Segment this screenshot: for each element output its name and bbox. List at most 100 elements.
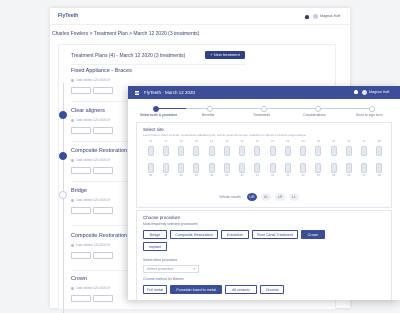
user-name[interactable]: Magnus Hoff <box>369 90 389 95</box>
tooth-44[interactable] <box>208 163 215 173</box>
step-4-dot[interactable] <box>315 105 321 112</box>
tooth-38[interactable] <box>376 163 383 173</box>
step-5-dot[interactable] <box>369 105 375 112</box>
tooth-43[interactable] <box>223 163 230 173</box>
view-ul[interactable]: UL <box>261 193 271 201</box>
other-procedure-select[interactable]: Select procedure ▾ <box>143 265 199 273</box>
method-all-ceramic[interactable]: All ceramic <box>225 285 257 294</box>
tooth-number-36: 36 <box>347 174 351 177</box>
tooth-45[interactable] <box>193 163 200 173</box>
procedure-implant[interactable]: Implant <box>143 242 167 251</box>
tooth-36[interactable] <box>345 163 352 173</box>
item-title: Fixed Appliance - Braces <box>71 68 132 74</box>
tag <box>93 167 113 174</box>
tooth-number-27: 27 <box>362 140 366 143</box>
tooth-number-13: 13 <box>225 140 229 143</box>
new-treatment-button[interactable]: + New treatment <box>205 51 245 59</box>
tooth-28[interactable] <box>376 146 383 156</box>
procedure-panel: Choose procedure Most frequently selecte… <box>136 210 392 300</box>
view-lr[interactable]: LR <box>275 193 285 201</box>
tooth-number-18: 18 <box>149 140 153 143</box>
step-2-label: Benefits <box>202 113 215 117</box>
step-5-label: Send to sign form <box>356 113 383 117</box>
divider <box>71 64 246 65</box>
tooth-47[interactable] <box>162 163 169 173</box>
tooth-46[interactable] <box>178 163 185 173</box>
tag <box>93 252 113 259</box>
method-porcelain[interactable]: Porcelain fused to metal <box>170 285 222 294</box>
tag <box>93 87 113 94</box>
item-title: Composite Restoration <box>71 233 127 239</box>
tooth-14[interactable] <box>208 146 215 156</box>
tooth-35[interactable] <box>330 163 337 173</box>
window-header: FlyTeeth · March 12 2020 Magnus Hoff <box>128 86 400 99</box>
tooth-number-47: 47 <box>164 174 168 177</box>
step-3-dot[interactable] <box>261 105 267 112</box>
tooth-24[interactable] <box>315 146 322 156</box>
tooth-32[interactable] <box>284 163 291 173</box>
tooth-17[interactable] <box>162 146 169 156</box>
tooth-34[interactable] <box>315 163 322 173</box>
tooth-number-37: 37 <box>362 174 366 177</box>
upper-jaw: 18 17 16 15 14 13 12 11 21 22 23 24 25 26 27 28 <box>143 140 387 158</box>
tooth-23[interactable] <box>300 146 307 156</box>
tooth-number-46: 46 <box>179 174 183 177</box>
view-ur[interactable]: UR <box>247 193 257 201</box>
view-ll[interactable]: LL <box>289 193 299 201</box>
avatar[interactable] <box>313 14 318 19</box>
status-dot <box>71 159 74 162</box>
procedure-bridge[interactable]: Bridge <box>143 230 167 239</box>
select-teeth-subtitle: Lorem ipsum dolor sit amet, consectetur … <box>143 133 307 137</box>
step-2-dot[interactable] <box>207 105 213 112</box>
tooth-21[interactable] <box>269 146 276 156</box>
method-full-metal[interactable]: Full metal <box>143 285 167 294</box>
menu-icon[interactable] <box>135 91 139 92</box>
tag <box>71 207 91 214</box>
tooth-37[interactable] <box>361 163 368 173</box>
tooth-42[interactable] <box>239 163 246 173</box>
item-meta: Last visited 12/15/2019 <box>76 198 110 202</box>
procedure-extraction[interactable]: Extraction <box>221 230 249 239</box>
tooth-22[interactable] <box>284 146 291 156</box>
bell-icon[interactable] <box>354 90 358 94</box>
procedure-root-canal[interactable]: Root Canal Treatment <box>252 230 298 239</box>
procedure-composite[interactable]: Composite Restoration <box>170 230 218 239</box>
user-name[interactable]: Magnus Hoff <box>320 14 340 19</box>
tooth-26[interactable] <box>345 146 352 156</box>
status-dot <box>71 287 74 290</box>
method-zirconia[interactable]: Zirconia <box>260 285 284 294</box>
step-1-dot[interactable] <box>153 105 159 112</box>
top-bar: FlyTeeth Magnus Hoff <box>50 8 350 25</box>
tag <box>93 207 113 214</box>
view-whole-mouth[interactable]: Whole mouth <box>215 193 245 201</box>
tag <box>71 295 91 302</box>
status-dot <box>71 119 74 122</box>
tooth-13[interactable] <box>223 146 230 156</box>
tooth-18[interactable] <box>147 146 154 156</box>
tooth-16[interactable] <box>178 146 185 156</box>
bell-icon[interactable] <box>305 15 309 19</box>
tooth-48[interactable] <box>147 163 154 173</box>
tooth-12[interactable] <box>239 146 246 156</box>
avatar[interactable] <box>362 89 367 95</box>
tooth-number-34: 34 <box>316 174 320 177</box>
tooth-11[interactable] <box>254 146 261 156</box>
tooth-number-12: 12 <box>240 140 244 143</box>
procedure-crown[interactable]: Crown <box>301 230 325 239</box>
plan-header: Treatment Plans (4) - March 12 2020 (3 t… <box>71 53 186 59</box>
tooth-number-17: 17 <box>164 140 168 143</box>
tooth-number-28: 28 <box>377 140 381 143</box>
tooth-27[interactable] <box>361 146 368 156</box>
status-dot <box>71 199 74 202</box>
tooth-41[interactable] <box>254 163 261 173</box>
tooth-31[interactable] <box>269 163 276 173</box>
tooth-25[interactable] <box>330 146 337 156</box>
item-meta: Last visited 12/15/2019 <box>76 286 110 290</box>
brand-logo[interactable]: FlyTeeth <box>58 14 78 19</box>
method-label: Choose method for Bitewin <box>143 277 184 281</box>
tooth-15[interactable] <box>193 146 200 156</box>
breadcrumb[interactable]: Charles Fowlers > Treatment Plan > March… <box>52 32 199 37</box>
select-placeholder: Select procedure <box>147 267 174 271</box>
tooth-33[interactable] <box>300 163 307 173</box>
tooth-number-11: 11 <box>256 140 259 143</box>
